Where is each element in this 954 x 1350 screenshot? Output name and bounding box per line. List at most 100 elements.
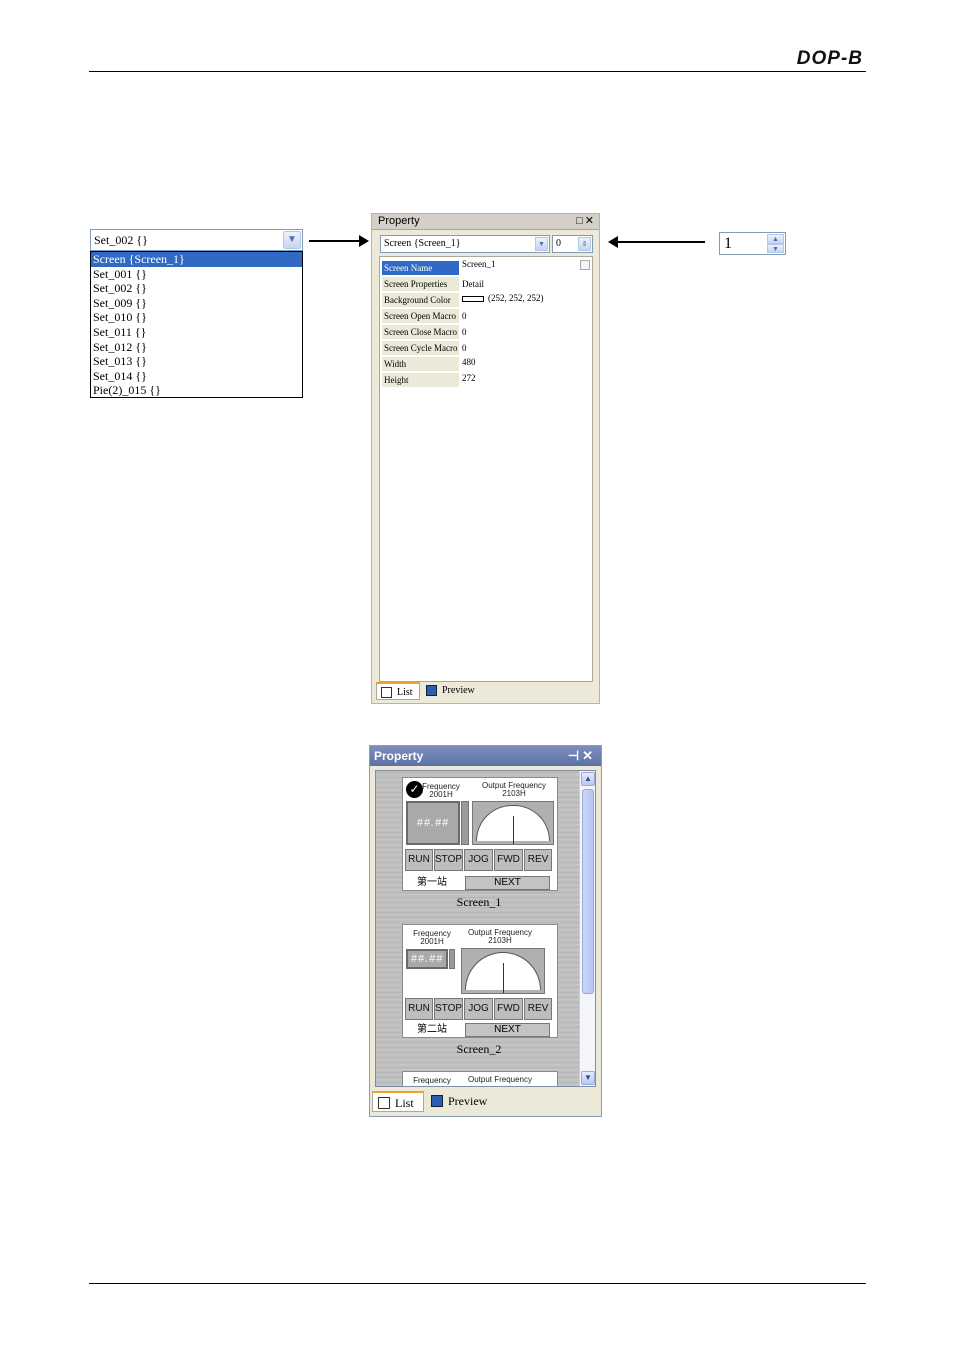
property-value: 480 [462, 357, 476, 367]
header-rule [89, 71, 866, 72]
tab-list[interactable]: List [372, 1091, 424, 1112]
list-icon [378, 1097, 390, 1109]
thumbnail-caption: Screen_2 [456, 1042, 502, 1056]
footer-rule [89, 1283, 866, 1284]
thumb-text: 2103H [488, 936, 512, 945]
panel-title: Property [378, 215, 420, 227]
thumb-button: REV [524, 998, 552, 1020]
display-bar [461, 801, 469, 845]
thumb-text: 第一站 [417, 877, 447, 888]
property-key: Screen Cycle Macro [382, 341, 459, 355]
spin-icon[interactable]: ⇕ [578, 237, 591, 251]
tab-label: List [395, 1096, 414, 1110]
scroll-down-icon[interactable]: ▼ [581, 1071, 595, 1085]
thumb-text: Frequency [413, 1076, 451, 1085]
screen-select-value: Screen {Screen_1} [384, 238, 461, 249]
property-value: (252, 252, 252) [488, 293, 544, 303]
list-item[interactable]: Set_012 {} [91, 340, 302, 355]
screen-thumbnail[interactable]: Frequency 2001H Output Frequency 2103H #… [402, 924, 558, 1038]
thumb-button: FWD [494, 849, 523, 871]
property-row[interactable]: Screen Close Macro 0 [382, 325, 590, 339]
tab-preview[interactable]: Preview [426, 1091, 492, 1112]
property-value: 272 [462, 373, 476, 383]
property-value: 0 [462, 327, 467, 337]
list-item[interactable]: Set_011 {} [91, 325, 302, 340]
tab-label: List [397, 687, 413, 698]
list-item[interactable]: Set_010 {} [91, 310, 302, 325]
thumb-button: STOP [434, 998, 463, 1020]
arrow-right-icon [309, 235, 369, 247]
close-icon[interactable]: ✕ [582, 748, 596, 763]
spin-up-icon[interactable]: ▲ [767, 234, 784, 244]
screen-combo-value: Set_002 {} [94, 233, 148, 247]
thumb-button: RUN [405, 849, 433, 871]
chevron-down-icon[interactable]: ▼ [283, 231, 301, 249]
preview-viewport[interactable]: ✓ Frequency 2001H Output Frequency 2103H… [375, 770, 596, 1087]
screen-thumbnail[interactable]: Frequency Output Frequency [402, 1071, 558, 1086]
thumb-next: NEXT [465, 1023, 550, 1037]
property-row[interactable]: Width 480 [382, 357, 590, 371]
tab-label: Preview [448, 1094, 488, 1108]
thumb-button: FWD [494, 998, 523, 1020]
pin-icon[interactable]: ⊣ [568, 748, 582, 763]
list-item[interactable]: Set_009 {} [91, 296, 302, 311]
list-item[interactable]: Set_002 {} [91, 281, 302, 296]
property-value: Detail [462, 279, 484, 289]
property-key: Screen Open Macro [382, 309, 459, 323]
control-buttons: RUN STOP JOG FWD REV [405, 849, 552, 871]
scroll-up-icon[interactable]: ▲ [581, 772, 595, 786]
gauge [472, 801, 554, 845]
property-row[interactable]: Background Color (252, 252, 252) [382, 293, 590, 307]
screen-number-value: 0 [556, 238, 561, 249]
tab-label: Preview [442, 685, 475, 696]
list-item[interactable]: Set_001 {} [91, 267, 302, 282]
panel-title-bar: Property □✕ [372, 214, 599, 230]
panel-title: Property [374, 749, 424, 763]
property-row[interactable]: Height 272 [382, 373, 590, 387]
chevron-down-icon[interactable]: ▼ [535, 237, 548, 251]
list-item[interactable]: Screen {Screen_1} [91, 252, 302, 267]
thumb-text: 2001H [420, 937, 444, 946]
thumb-text: 第二站 [417, 1024, 447, 1035]
thumb-next: NEXT [465, 876, 550, 890]
property-row[interactable]: Screen Cycle Macro 0 [382, 341, 590, 355]
property-panel-list: Property □✕ Screen {Screen_1} ▼ 0 ⇕ Scre… [371, 213, 600, 704]
property-key: Height [382, 373, 459, 387]
spin-down-icon[interactable]: ▼ [767, 243, 784, 253]
screen-thumbnail[interactable]: ✓ Frequency 2001H Output Frequency 2103H… [402, 777, 558, 891]
vertical-scrollbar[interactable]: ▲ ▼ [579, 771, 595, 1086]
thumb-button: JOG [464, 998, 493, 1020]
screen-number-input[interactable]: 0 ⇕ [552, 235, 593, 253]
screen-dropdown-list[interactable]: Screen {Screen_1} Set_001 {} Set_002 {} … [90, 251, 303, 398]
value-display: ##.## [406, 801, 460, 845]
screen-combo[interactable]: Set_002 {} ▼ [90, 229, 303, 251]
control-buttons: RUN STOP JOG FWD REV [405, 998, 552, 1020]
close-icon[interactable]: ✕ [585, 215, 596, 227]
list-item[interactable]: Pie(2)_015 {} [91, 383, 302, 397]
maximize-icon[interactable]: □ [576, 215, 585, 227]
thumb-text: 2001H [429, 790, 453, 799]
property-row[interactable]: Screen Name Screen_1 [382, 259, 590, 275]
property-key: Screen Close Macro [382, 325, 459, 339]
property-key: Screen Name [382, 261, 459, 275]
monitor-icon [431, 1095, 443, 1107]
property-key: Screen Properties [382, 277, 459, 291]
property-key: Background Color [382, 293, 459, 307]
thumb-text: Output Frequency [467, 1075, 533, 1084]
tab-list[interactable]: List [376, 682, 420, 700]
list-item[interactable]: Set_013 {} [91, 354, 302, 369]
scrollbar-thumb[interactable] [582, 789, 594, 994]
property-panel-preview: Property ⊣✕ ✓ Frequency 2001H Output Fre… [369, 745, 602, 1117]
gauge [461, 948, 545, 994]
property-grid: Screen Name Screen_1 Screen Properties D… [379, 256, 593, 682]
list-icon [381, 687, 392, 698]
property-row[interactable]: Screen Properties Detail [382, 277, 590, 291]
screen-number-spinbox[interactable]: 1 ▲ ▼ [719, 232, 786, 255]
list-item[interactable]: Set_014 {} [91, 369, 302, 384]
panel-title-bar: Property ⊣✕ [370, 746, 601, 766]
screen-select[interactable]: Screen {Screen_1} ▼ [380, 235, 550, 253]
tab-preview[interactable]: Preview [422, 682, 480, 700]
property-row[interactable]: Screen Open Macro 0 [382, 309, 590, 323]
property-value: 0 [462, 343, 467, 353]
thumbnail-caption: Screen_1 [456, 895, 502, 909]
